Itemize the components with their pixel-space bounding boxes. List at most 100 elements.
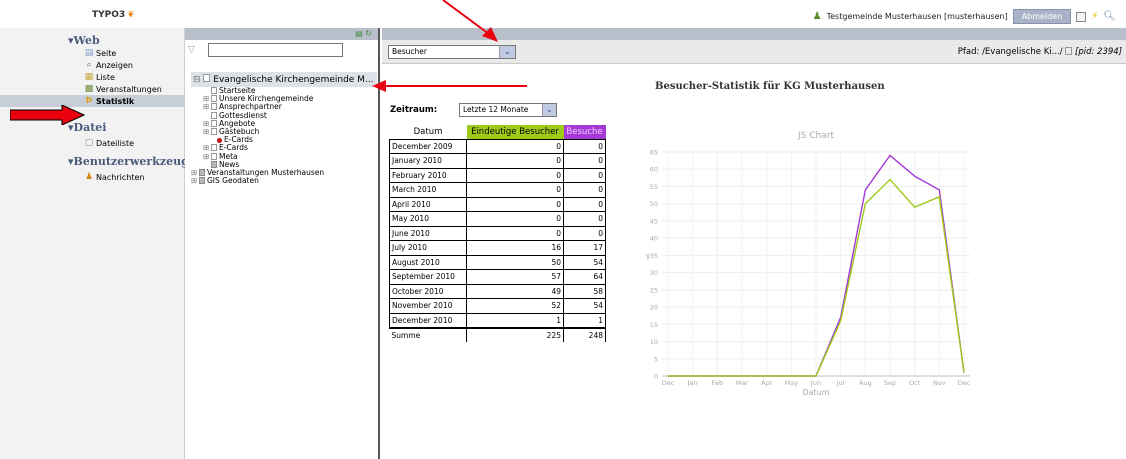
logout-button[interactable]: Abmelden	[1012, 9, 1072, 24]
module-item-liste[interactable]: ▦ Liste	[0, 71, 184, 83]
page-icon	[1065, 47, 1073, 55]
cell-visits: 54	[563, 298, 606, 314]
zeitraum-select[interactable]: Letzte 12 Monate ⌄	[459, 103, 557, 117]
expand-icon[interactable]: ⊞	[203, 127, 211, 136]
y-axis-label: Y	[645, 253, 651, 262]
column-header-datum: Datum	[413, 126, 443, 137]
zeitraum-label: Zeitraum:	[390, 105, 438, 115]
y-tick-label: 30	[650, 269, 658, 277]
cell-visits: 64	[563, 269, 606, 285]
page-title: Besucher-Statistik für KG Musterhausen	[655, 81, 885, 92]
cell-date: December 2010	[389, 312, 467, 328]
module-menu: ▾Web ▤ Seite ⌕ Anzeigen ▦ Liste ▩ Veranstalt…	[0, 28, 196, 459]
cell-unique-visitors: 0	[466, 211, 564, 227]
expand-icon[interactable]: ⊞	[191, 177, 199, 185]
expand-icon[interactable]: ⊞	[203, 103, 211, 111]
cell-unique-visitors: 0	[466, 196, 564, 212]
cell-visits: 54	[563, 254, 606, 270]
tree-root-label: Evangelische Kirchengemeinde M...	[213, 75, 374, 85]
breadcrumb: Pfad: /Evangelische Ki.../ [pid: 2394]	[958, 47, 1122, 57]
path-label: Pfad: /Evangelische Ki.../	[957, 47, 1063, 57]
column-header-unique-visitors: Eindeutige Besucher	[466, 125, 564, 139]
cell-date: June 2010	[389, 225, 467, 241]
table-sum-row: Summe 225 248	[389, 326, 606, 342]
tree-filter-input[interactable]	[207, 43, 343, 57]
visitor-chart: JS Chart 0 5 10 15 20 25 30 35 40 45 50 55 60 65 Dec Jan…	[645, 131, 971, 397]
cell-visits: 0	[563, 225, 606, 241]
module-item-label: Nachrichten	[96, 172, 145, 182]
page-icon	[211, 95, 217, 103]
cell-date: August 2010	[389, 254, 467, 270]
filelist-icon: ▢	[84, 138, 94, 148]
flash-icon[interactable]: ⚡	[1091, 11, 1098, 22]
tree-node-label: GIS Geodaten	[207, 176, 259, 186]
module-item-label: Statistik	[96, 96, 135, 106]
module-group-title[interactable]: ▾Benutzerwerkzeuge	[0, 155, 196, 168]
x-tick-label: Sep	[884, 379, 896, 387]
y-tick-label: 45	[650, 217, 658, 225]
page-icon	[211, 144, 217, 152]
cell-unique-visitors: 0	[466, 138, 564, 154]
collapse-icon[interactable]: ⊟	[193, 75, 201, 85]
table-row: April 2010 0 0	[389, 196, 606, 212]
cell-visits: 0	[563, 167, 606, 183]
table-row: July 2010 16 17	[389, 240, 606, 256]
clear-cache-icon[interactable]	[1076, 11, 1087, 22]
module-item-anzeigen[interactable]: ⌕ Anzeigen	[0, 59, 184, 71]
y-tick-label: 15	[650, 321, 658, 329]
cell-date: September 2010	[389, 269, 467, 285]
cell-visits: 1	[563, 312, 606, 328]
cell-date: January 2010	[389, 153, 467, 169]
y-tick-label: 20	[650, 304, 658, 312]
module-group-title[interactable]: ▾Web	[0, 34, 184, 47]
table-header-row: Datum Eindeutige Besucher Besuche	[390, 125, 606, 139]
y-tick-label: 35	[650, 252, 658, 260]
table-row: June 2010 0 0	[389, 225, 606, 241]
table-row: February 2010 0 0	[389, 167, 606, 183]
chevron-down-icon[interactable]: ⌄	[499, 46, 515, 58]
x-axis-label: Datum	[802, 388, 829, 397]
module-item-seite[interactable]: ▤ Seite	[0, 47, 184, 59]
logo-text: TYPO3	[92, 10, 126, 20]
cell-date: November 2010	[389, 298, 467, 314]
cell-date: December 2009	[389, 138, 467, 154]
filter-icon: ▽	[188, 45, 195, 55]
x-tick-label: Jul	[836, 379, 845, 387]
column-header-visits: Besuche	[563, 125, 606, 139]
x-tick-label: Mar	[736, 379, 749, 387]
x-tick-label: Oct	[909, 379, 921, 387]
function-select[interactable]: Besucher ⌄	[388, 45, 516, 59]
tree-node[interactable]: ⊞ Gästebuch	[191, 127, 377, 136]
tree-toolbar-icons[interactable]: ▤ ↻	[355, 29, 372, 38]
tree-root-node[interactable]: ⊟ Evangelische Kirchengemeinde M...	[191, 72, 377, 87]
table-row: August 2010 50 54	[389, 254, 606, 270]
module-item-veranstaltungen[interactable]: ▩ Veranstaltungen	[0, 83, 184, 95]
sum-value: 225	[466, 326, 564, 342]
tree-node[interactable]: ⊞ GIS Geodaten	[191, 177, 377, 185]
group-label: Web	[73, 34, 100, 47]
y-tick-label: 60	[650, 166, 658, 174]
x-tick-label: Jun	[810, 379, 821, 387]
page-icon	[211, 119, 217, 127]
module-item-dateiliste[interactable]: ▢ Dateiliste	[0, 137, 184, 149]
page-icon	[211, 128, 217, 136]
cell-date: October 2010	[389, 283, 467, 299]
x-tick-label: Nov	[933, 379, 946, 387]
cell-unique-visitors: 0	[466, 153, 564, 169]
search-icon[interactable]: 🔍︎	[1103, 11, 1116, 22]
module-item-nachrichten[interactable]: ♟ Nachrichten	[0, 171, 184, 183]
cell-visits: 0	[563, 211, 606, 227]
table-row: March 2010 0 0	[389, 182, 606, 198]
cell-visits: 0	[563, 138, 606, 154]
folder-icon	[211, 160, 217, 168]
cell-date: March 2010	[389, 182, 467, 198]
sum-label: Summe	[389, 326, 467, 342]
y-tick-label: 40	[650, 235, 658, 243]
table-row: October 2010 49 58	[389, 283, 606, 299]
expand-icon[interactable]: ⊞	[203, 152, 211, 161]
module-group-benutzerwerkzeuge: ▾Benutzerwerkzeuge ♟ Nachrichten	[0, 155, 196, 183]
y-tick-label: 0	[654, 373, 658, 381]
annotation-arrow-statistik	[10, 105, 85, 125]
typo3-logo: TYPO3 ❦	[92, 10, 135, 20]
chevron-down-icon[interactable]: ⌄	[542, 104, 556, 116]
